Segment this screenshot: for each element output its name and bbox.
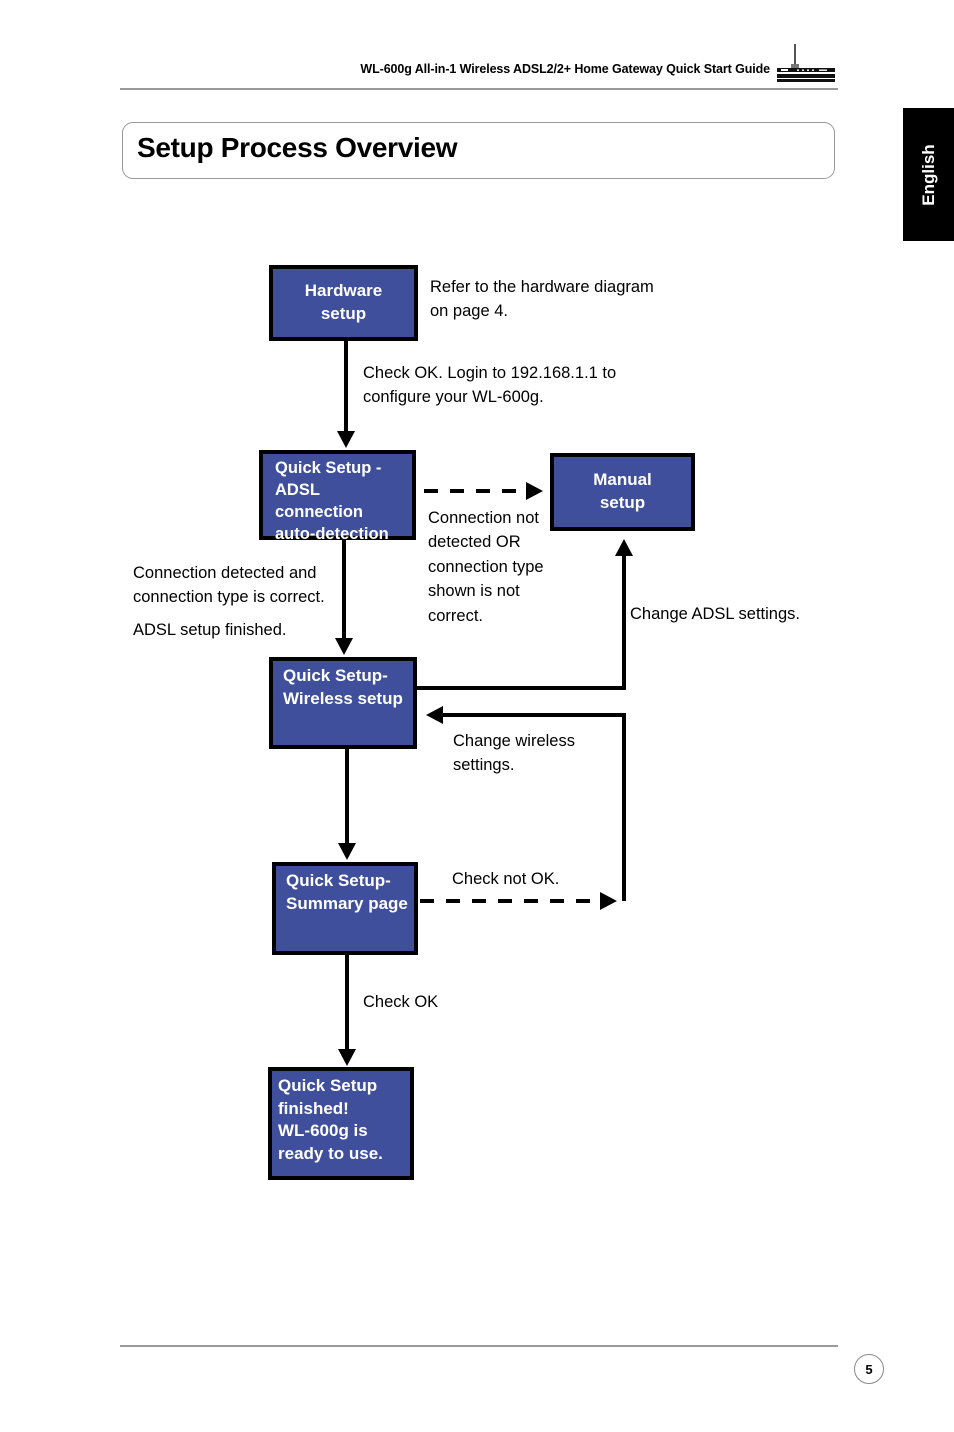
flow-node-label: Quick Setup- Summary page bbox=[286, 871, 408, 913]
annotation-change-adsl-settings: Change ADSL settings. bbox=[630, 605, 800, 623]
arrow-wireless-to-summary bbox=[338, 843, 356, 860]
flow-node-label: Quick Setup - ADSL connection auto-detec… bbox=[275, 459, 389, 543]
annotation-hardware-note: Refer to the hardware diagram on page 4. bbox=[430, 278, 654, 321]
connector-wireless-to-summary bbox=[345, 749, 349, 845]
flow-node-summary-page: Quick Setup- Summary page bbox=[272, 862, 418, 955]
annotation-adsl-setup-finished: ADSL setup finished. bbox=[133, 621, 287, 639]
arrow-loop-into-wireless bbox=[426, 706, 443, 724]
connector-summary-to-finished bbox=[345, 955, 349, 1051]
arrow-adsl-to-manual bbox=[526, 482, 543, 500]
annotation-connection-not-detected: Connection not detected OR connection ty… bbox=[428, 509, 544, 625]
arrow-hardware-to-adsl bbox=[337, 431, 355, 448]
flow-node-hardware-setup: Hardware setup bbox=[269, 265, 418, 341]
connector-adsl-to-manual bbox=[424, 489, 528, 493]
connector-summary-to-loop bbox=[420, 899, 602, 903]
annotation-connection-detected: Connection detected and connection type … bbox=[133, 564, 325, 607]
flow-node-manual-setup: Manual setup bbox=[550, 453, 695, 531]
page-number-value: 5 bbox=[865, 1361, 873, 1377]
flow-node-label: Hardware setup bbox=[304, 281, 383, 323]
page-title: Setup Process Overview bbox=[137, 132, 458, 163]
footer-divider bbox=[120, 1345, 838, 1347]
router-icon bbox=[773, 44, 839, 84]
connector-hardware-to-adsl bbox=[344, 341, 348, 433]
page-title-box: Setup Process Overview bbox=[122, 122, 835, 179]
flow-node-label: Manual setup bbox=[593, 470, 652, 512]
arrow-to-manual-setup bbox=[615, 539, 633, 556]
arrow-summary-to-finished bbox=[338, 1049, 356, 1066]
flow-node-label: Quick Setup- Wireless setup bbox=[283, 666, 403, 708]
annotation-change-wireless-settings: Change wireless settings. bbox=[453, 732, 575, 775]
page-number-badge: 5 bbox=[854, 1354, 884, 1384]
connector-loop-to-wireless-horizontal bbox=[443, 713, 626, 717]
annotation-login-note: Check OK. Login to 192.168.1.1 to config… bbox=[363, 364, 617, 407]
annotation-check-ok: Check OK bbox=[363, 993, 439, 1011]
connector-wireless-to-manual-horizontal bbox=[417, 686, 626, 690]
flow-node-wireless-setup: Quick Setup- Wireless setup bbox=[269, 657, 417, 749]
annotation-check-not-ok: Check not OK. bbox=[452, 870, 560, 888]
flow-node-adsl-auto-detection: Quick Setup - ADSL connection auto-detec… bbox=[259, 450, 416, 543]
document-page: WL-600g All-in-1 Wireless ADSL2/2+ Home … bbox=[0, 0, 954, 1432]
connector-wireless-to-manual-vertical bbox=[622, 556, 626, 690]
flow-node-label: Quick Setup finished! WL-600g is ready t… bbox=[278, 1076, 383, 1163]
header-divider bbox=[120, 88, 838, 90]
language-tab-label: English bbox=[918, 143, 938, 206]
arrow-summary-loop-right bbox=[600, 892, 617, 910]
flow-node-setup-finished: Quick Setup finished! WL-600g is ready t… bbox=[268, 1067, 414, 1180]
language-tab-english: English bbox=[903, 108, 954, 241]
running-header-title: WL-600g All-in-1 Wireless ADSL2/2+ Home … bbox=[360, 62, 770, 76]
